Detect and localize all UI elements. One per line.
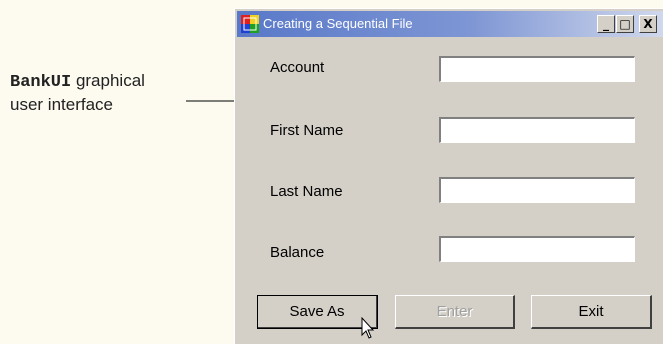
minimize-button[interactable]: _ — [597, 15, 615, 33]
annotation-text-1: graphical — [71, 71, 145, 90]
last-name-label: Last Name — [270, 183, 343, 200]
last-name-input[interactable] — [439, 177, 635, 203]
account-input[interactable] — [439, 56, 635, 82]
first-name-label: First Name — [270, 122, 344, 139]
balance-label: Balance — [270, 244, 325, 261]
title-bar[interactable]: Creating a Sequential File _ □ X — [237, 11, 663, 37]
app-window: Creating a Sequential File _ □ X Account… — [234, 8, 663, 344]
save-as-button[interactable]: Save As — [257, 295, 378, 329]
window-title: Creating a Sequential File — [263, 16, 413, 31]
exit-button[interactable]: Exit — [531, 295, 652, 329]
mouse-cursor-icon — [361, 317, 375, 339]
app-icon — [241, 15, 259, 33]
account-label: Account — [270, 59, 325, 76]
annotation-callout: BankUI graphical user interface — [10, 70, 145, 116]
first-name-input[interactable] — [439, 117, 635, 143]
balance-input[interactable] — [439, 236, 635, 262]
enter-button[interactable]: Enter — [395, 295, 515, 329]
annotation-text-2: user interface — [10, 95, 113, 114]
annotation-code: BankUI — [10, 73, 72, 92]
maximize-button[interactable]: □ — [616, 15, 634, 33]
close-button[interactable]: X — [639, 15, 657, 33]
